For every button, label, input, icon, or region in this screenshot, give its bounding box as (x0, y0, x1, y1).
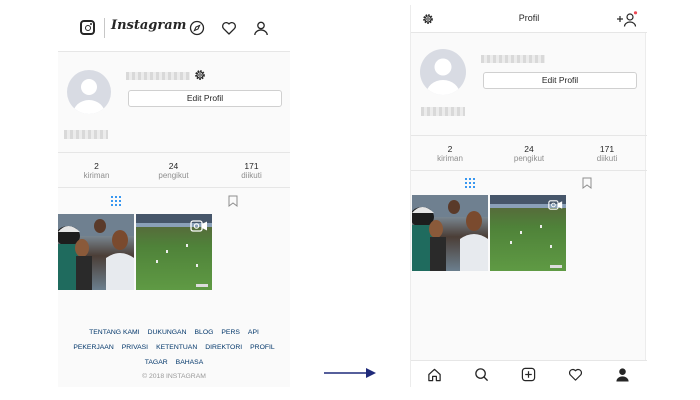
footer-link-bahasa[interactable]: BAHASA (176, 359, 204, 366)
post-thumbnail-crowd[interactable] (412, 195, 488, 271)
stat-followers[interactable]: 24 pengikut (135, 161, 212, 181)
footer-link-profil[interactable]: PROFIL (250, 344, 275, 351)
explore-compass-icon[interactable] (189, 20, 205, 36)
stat-posts-value: 2 (447, 144, 453, 154)
username-blurred (481, 55, 545, 63)
video-camera-icon (548, 200, 563, 210)
web-header: Instagram (58, 5, 290, 52)
saved-bookmark-icon[interactable] (228, 195, 238, 207)
search-icon[interactable] (474, 367, 489, 382)
full-name-blurred (64, 130, 108, 139)
activity-heart-icon[interactable] (568, 367, 583, 382)
app-profile-info: Edit Profil (411, 33, 647, 133)
grid-view-icon[interactable] (465, 178, 475, 188)
home-icon[interactable] (427, 367, 442, 382)
stat-followers-label: pengikut (513, 154, 545, 163)
stat-following[interactable]: 171 diikuti (213, 161, 290, 181)
edit-profile-button[interactable]: Edit Profil (483, 72, 637, 89)
app-header: Profil (411, 5, 647, 33)
stat-following-label: diikuti (596, 154, 618, 163)
stat-followers[interactable]: 24 pengikut (490, 144, 568, 164)
profile-icon[interactable] (615, 367, 630, 382)
stat-posts[interactable]: 2 kiriman (411, 144, 489, 164)
stat-posts-value: 2 (94, 161, 99, 171)
stat-followers-value: 24 (524, 144, 534, 154)
discover-people-icon[interactable] (616, 11, 638, 27)
footer-link-privasi[interactable]: PRIVASI (122, 344, 148, 351)
footer-link-pers[interactable]: PERS (221, 329, 240, 336)
stat-following-value: 171 (244, 161, 259, 171)
post-thumbnail-crowd[interactable] (58, 214, 134, 290)
web-profile-panel: Instagram Edit Profil 2 kiriman 24 pengi… (58, 5, 290, 387)
stat-following-value: 171 (599, 144, 615, 154)
footer-link-blog[interactable]: BLOG (195, 329, 214, 336)
footer-link-tentang-kami[interactable]: TENTANG KAMI (89, 329, 139, 336)
username-blurred (126, 72, 190, 80)
footer-link-tagar[interactable]: TAGAR (145, 359, 168, 366)
footer-link-ketentuan[interactable]: KETENTUAN (156, 344, 197, 351)
app-stats-bar: 2 kiriman 24 pengikut 171 diikuti (411, 135, 647, 171)
avatar[interactable] (420, 49, 466, 95)
crowd-photo-image (58, 214, 134, 290)
app-profile-panel: Profil Edit Profil 2 kiriman 24 pengikut (410, 5, 647, 387)
stat-posts-label: kiriman (437, 154, 463, 163)
stat-followers-label: pengikut (158, 171, 189, 180)
footer-copyright: © 2018 INSTAGRAM (142, 373, 206, 380)
web-content-tabs (58, 188, 290, 214)
stat-posts[interactable]: 2 kiriman (58, 161, 135, 181)
post-thumbnail-field[interactable] (136, 214, 212, 290)
settings-gear-icon[interactable] (193, 68, 207, 82)
full-name-blurred (421, 107, 465, 116)
stat-following-label: diikuti (241, 171, 262, 180)
app-content-tabs (411, 171, 647, 195)
default-avatar-icon (426, 58, 460, 95)
footer-links-row-3: TAGAR BAHASA (58, 355, 290, 370)
footer-link-api[interactable]: API (248, 329, 259, 336)
web-profile-info: Edit Profil (58, 52, 290, 152)
logo-divider (104, 18, 105, 38)
stat-following[interactable]: 171 diikuti (568, 144, 646, 164)
footer-link-direktori[interactable]: DIREKTORI (205, 344, 242, 351)
footer-links-row-2: PEKERJAAN PRIVASI KETENTUAN DIREKTORI PROFIL (58, 340, 290, 355)
activity-heart-icon[interactable] (221, 20, 237, 36)
edit-profile-button[interactable]: Edit Profil (128, 90, 282, 107)
new-post-icon[interactable] (521, 367, 536, 382)
profile-person-icon[interactable] (253, 20, 269, 36)
video-camera-icon (190, 220, 207, 232)
web-stats-bar: 2 kiriman 24 pengikut 171 diikuti (58, 152, 290, 188)
arrow-right-icon (324, 368, 376, 378)
instagram-wordmark[interactable]: Instagram (111, 18, 186, 33)
web-footer: TENTANG KAMI DUKUNGAN BLOG PERS API PEKERJAA… (58, 325, 290, 384)
stat-followers-value: 24 (168, 161, 179, 171)
bottom-navigation (411, 360, 647, 387)
instagram-logo-icon[interactable] (80, 20, 95, 35)
stat-posts-label: kiriman (83, 171, 110, 180)
app-page-title: Profil (518, 13, 540, 23)
saved-bookmark-icon[interactable] (582, 177, 592, 189)
avatar[interactable] (67, 70, 111, 114)
default-avatar-icon (73, 79, 105, 114)
footer-links-row-1: TENTANG KAMI DUKUNGAN BLOG PERS API (58, 325, 290, 340)
post-thumbnail-field[interactable] (490, 195, 566, 271)
footer-link-pekerjaan[interactable]: PEKERJAAN (73, 344, 113, 351)
grid-view-icon[interactable] (111, 196, 121, 206)
crowd-photo-image (412, 195, 488, 271)
footer-link-dukungan[interactable]: DUKUNGAN (148, 329, 187, 336)
